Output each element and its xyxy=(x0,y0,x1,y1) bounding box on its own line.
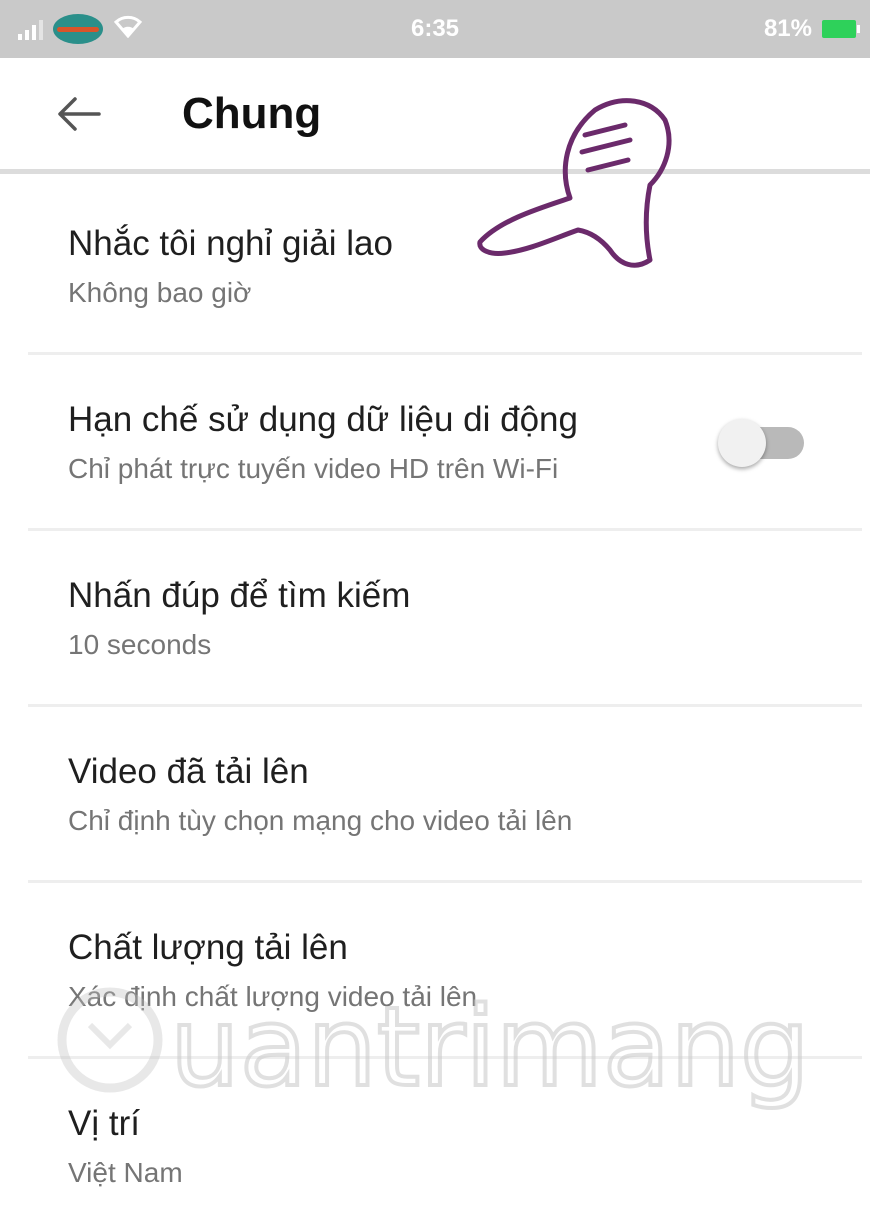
mobile-data-toggle[interactable] xyxy=(718,419,804,467)
page-title: Chung xyxy=(182,88,322,138)
signal-icon xyxy=(18,18,43,40)
wifi-icon xyxy=(113,14,143,45)
setting-title: Hạn chế sử dụng dữ liệu di động xyxy=(68,400,578,439)
battery-percent: 81% xyxy=(763,15,812,42)
back-arrow-icon xyxy=(58,96,101,131)
setting-location[interactable]: Vị trí Việt Nam xyxy=(0,1059,870,1220)
setting-subtitle: Việt Nam xyxy=(68,1157,183,1188)
status-bar: 6:35 81% xyxy=(0,0,870,58)
setting-double-tap-seek[interactable]: Nhấn đúp để tìm kiếm 10 seconds xyxy=(0,531,870,707)
setting-title: Nhắc tôi nghỉ giải lao xyxy=(68,224,393,263)
carrier-logo-icon xyxy=(53,14,103,44)
status-right: 81% xyxy=(763,15,860,43)
battery-icon xyxy=(822,20,860,38)
setting-title: Nhấn đúp để tìm kiếm xyxy=(68,576,411,615)
setting-subtitle: Xác định chất lượng video tải lên xyxy=(68,981,478,1012)
setting-break-reminder[interactable]: Nhắc tôi nghỉ giải lao Không bao giờ xyxy=(0,179,870,355)
status-left xyxy=(18,14,143,45)
setting-uploads[interactable]: Video đã tải lên Chỉ định tùy chọn mạng … xyxy=(0,707,870,883)
setting-title: Video đã tải lên xyxy=(68,752,309,791)
setting-title: Vị trí xyxy=(68,1104,140,1143)
app-bar: Chung xyxy=(0,58,870,174)
toggle-thumb xyxy=(718,419,766,467)
setting-limit-mobile-data[interactable]: Hạn chế sử dụng dữ liệu di động Chỉ phát… xyxy=(0,355,870,531)
status-time: 6:35 xyxy=(410,15,460,42)
setting-upload-quality[interactable]: Chất lượng tải lên Xác định chất lượng v… xyxy=(0,883,870,1059)
setting-subtitle: 10 seconds xyxy=(68,629,212,660)
setting-subtitle: Chỉ phát trực tuyến video HD trên Wi-Fi xyxy=(68,453,559,484)
back-button[interactable] xyxy=(44,79,114,149)
settings-list: Nhắc tôi nghỉ giải lao Không bao giờ Hạn… xyxy=(0,179,870,1220)
setting-subtitle: Chỉ định tùy chọn mạng cho video tải lên xyxy=(68,805,573,836)
setting-subtitle: Không bao giờ xyxy=(68,277,252,308)
setting-title: Chất lượng tải lên xyxy=(68,928,348,967)
